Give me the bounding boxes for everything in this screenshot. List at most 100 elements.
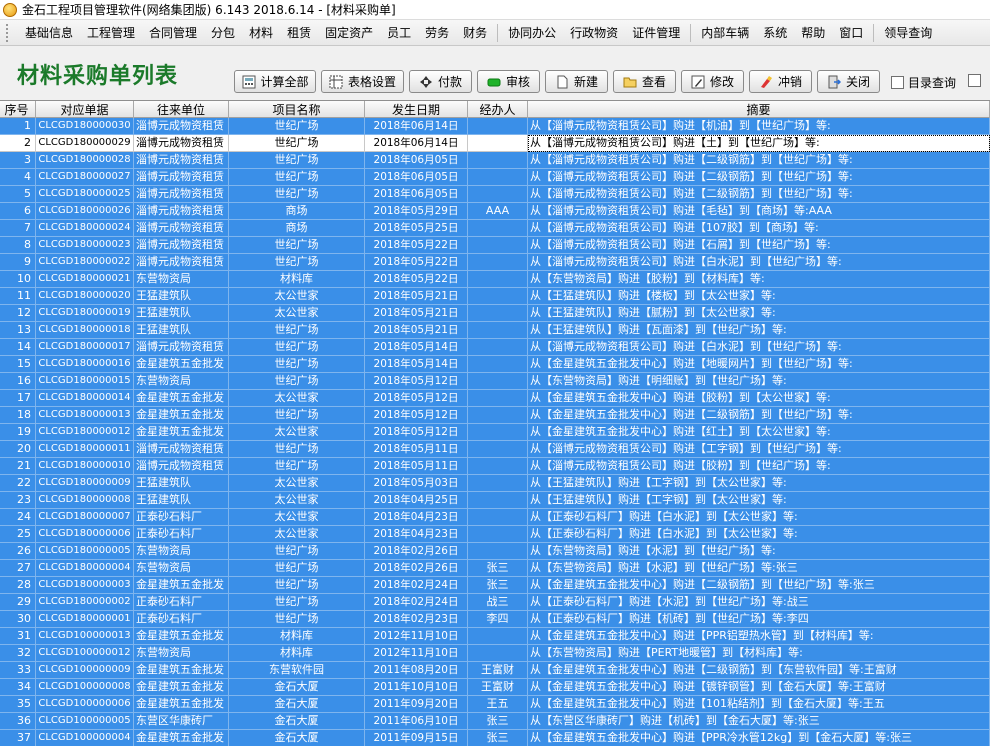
cell-supplier: 淄博元成物资租赁 (134, 186, 229, 203)
view-button[interactable]: 查看 (613, 70, 676, 93)
audit-label: 审核 (505, 75, 530, 89)
cell-row-number: 16 (0, 373, 36, 390)
cell-supplier: 王猛建筑队 (134, 322, 229, 339)
column-header-summary[interactable]: 摘要 (528, 101, 990, 118)
table-row[interactable]: 19 CLCGD180000012 金星建筑五金批发 太公世家 2018年05月12日 从… (0, 424, 990, 441)
cell-date: 2018年05月22日 (365, 237, 468, 254)
table-row[interactable]: 32 CLCGD100000012 东营物资局 材料库 2012年11月10日 从【东营物… (0, 645, 990, 662)
cell-date: 2018年04月23日 (365, 526, 468, 543)
cell-project-name: 金石大厦 (229, 713, 365, 730)
cell-agent (468, 509, 528, 526)
column-header-supplier[interactable]: 往来单位 (134, 101, 229, 118)
menu-item-15[interactable]: 帮助 (794, 22, 832, 44)
table-row[interactable]: 3 CLCGD180000028 淄博元成物资租赁 世纪广场 2018年06月05日 从【… (0, 152, 990, 169)
menu-item-11[interactable]: 行政物资 (563, 22, 625, 44)
cell-date: 2018年02月26日 (365, 560, 468, 577)
table-row[interactable]: 12 CLCGD180000019 王猛建筑队 太公世家 2018年05月21日 从【王猛… (0, 305, 990, 322)
table-row[interactable]: 18 CLCGD180000013 金星建筑五金批发 世纪广场 2018年05月12日 从… (0, 407, 990, 424)
table-row[interactable]: 37 CLCGD100000004 金星建筑五金批发 金石大厦 2011年09月15日张… (0, 730, 990, 746)
pay-button[interactable]: 付款 (409, 70, 472, 93)
menu-item-17[interactable]: 领导查询 (877, 22, 939, 44)
table-row[interactable]: 36 CLCGD100000005 东营区华康砖厂 金石大厦 2011年06月10日 张三… (0, 713, 990, 730)
reverse-label: 冲销 (777, 75, 802, 89)
table-row[interactable]: 28 CLCGD180000003 金星建筑五金批发 世纪广场 2018年02月24日张… (0, 577, 990, 594)
table-row[interactable]: 20 CLCGD180000011 淄博元成物资租赁 世纪广场 2018年05月11日 从… (0, 441, 990, 458)
menu-item-2[interactable]: 合同管理 (142, 22, 204, 44)
cell-row-number: 6 (0, 203, 36, 220)
table-row[interactable]: 13 CLCGD180000018 王猛建筑队 世纪广场 2018年05月21日 从【王猛… (0, 322, 990, 339)
column-header-project-name[interactable]: 项目名称 (229, 101, 365, 118)
cell-row-number: 19 (0, 424, 36, 441)
table-row[interactable]: 15 CLCGD180000016 金星建筑五金批发 世纪广场 2018年05月14日 从… (0, 356, 990, 373)
menu-item-10[interactable]: 协同办公 (501, 22, 563, 44)
table-row[interactable]: 22 CLCGD180000009 王猛建筑队 太公世家 2018年05月03日 从【王猛… (0, 475, 990, 492)
table-row[interactable]: 25 CLCGD180000006 正泰砂石料厂 太公世家 2018年04月23日 从【正… (0, 526, 990, 543)
dir-query-checkbox[interactable]: 目录查询 (891, 74, 956, 91)
menu-item-5[interactable]: 租赁 (280, 22, 318, 44)
table-row[interactable]: 8 CLCGD180000023 淄博元成物资租赁 世纪广场 2018年05月22日 从【… (0, 237, 990, 254)
table-row[interactable]: 14 CLCGD180000017 淄博元成物资租赁 世纪广场 2018年05月14日 从… (0, 339, 990, 356)
menu-item-14[interactable]: 系统 (756, 22, 794, 44)
menu-item-16[interactable]: 窗口 (832, 22, 870, 44)
cell-document-number: CLCGD100000009 (36, 662, 134, 679)
table-row[interactable]: 26 CLCGD180000005 东营物资局 世纪广场 2018年02月26日 从【东营… (0, 543, 990, 560)
table-row[interactable]: 33 CLCGD100000009 金星建筑五金批发 东营软件园 2011年08月20日… (0, 662, 990, 679)
table-row[interactable]: 34 CLCGD100000008 金星建筑五金批发 金石大厦 2011年10月10日王… (0, 679, 990, 696)
app-logo-icon (3, 2, 17, 17)
cell-summary: 从【淄博元成物资租赁公司】购进【二级钢筋】到【世纪广场】等: (528, 186, 990, 203)
menu-item-8[interactable]: 劳务 (418, 22, 456, 44)
table-row[interactable]: 6 CLCGD180000026 淄博元成物资租赁 商场 2018年05月29日 AAA 从… (0, 203, 990, 220)
table-row[interactable]: 29 CLCGD180000002 正泰砂石料厂 世纪广场 2018年02月24日 战三从… (0, 594, 990, 611)
table-row[interactable]: 23 CLCGD180000008 王猛建筑队 太公世家 2018年04月25日 从【王猛… (0, 492, 990, 509)
dir-query-checkbox-box[interactable] (891, 76, 904, 89)
column-header-date[interactable]: 发生日期 (365, 101, 468, 118)
menu-item-3[interactable]: 分包 (204, 22, 242, 44)
table-row[interactable]: 11 CLCGD180000020 王猛建筑队 太公世家 2018年05月21日 从【王猛… (0, 288, 990, 305)
menu-item-13[interactable]: 内部车辆 (694, 22, 756, 44)
cell-agent (468, 254, 528, 271)
table-row[interactable]: 10 CLCGD180000021 东营物资局 材料库 2018年05月22日 从【东营物… (0, 271, 990, 288)
table-row[interactable]: 5 CLCGD180000025 淄博元成物资租赁 世纪广场 2018年06月05日 从【… (0, 186, 990, 203)
table-row[interactable]: 1 CLCGD180000030 淄博元成物资租赁 世纪广场 2018年06月14日 从【… (0, 118, 990, 135)
table-row[interactable]: 17 CLCGD180000014 金星建筑五金批发 太公世家 2018年05月12日 从… (0, 390, 990, 407)
table-row[interactable]: 35 CLCGD100000006 金星建筑五金批发 金石大厦 2011年09月20日王… (0, 696, 990, 713)
new-button[interactable]: 新建 (545, 70, 608, 93)
edit-button[interactable]: 修改 (681, 70, 744, 93)
menu-item-6[interactable]: 固定资产 (318, 22, 380, 44)
table-row[interactable]: 2 CLCGD180000029 淄博元成物资租赁 世纪广场 2018年06月14日 从【… (0, 135, 990, 152)
close-button[interactable]: 关闭 (817, 70, 880, 93)
menu-item-7[interactable]: 员工 (380, 22, 418, 44)
menu-grip-handle[interactable] (6, 23, 12, 42)
menu-item-1[interactable]: 工程管理 (80, 22, 142, 44)
table-row[interactable]: 9 CLCGD180000022 淄博元成物资租赁 世纪广场 2018年05月22日 从【… (0, 254, 990, 271)
column-header-document-number[interactable]: 对应单据 (36, 101, 134, 118)
menu-item-12[interactable]: 证件管理 (625, 22, 687, 44)
column-header-row-number[interactable]: 序号 (0, 101, 36, 118)
cell-summary: 从【金星建筑五金批发中心】购进【二级钢筋】到【世纪广场】等: (528, 407, 990, 424)
cell-agent (468, 186, 528, 203)
calc-all-button[interactable]: 计算全部 (234, 70, 316, 93)
table-row[interactable]: 4 CLCGD180000027 淄博元成物资租赁 世纪广场 2018年06月05日 从【… (0, 169, 990, 186)
table-row[interactable]: 16 CLCGD180000015 东营物资局 世纪广场 2018年05月12日 从【东营… (0, 373, 990, 390)
cell-project-name: 太公世家 (229, 526, 365, 543)
table-row[interactable]: 31 CLCGD100000013 金星建筑五金批发 材料库 2012年11月10日 从【… (0, 628, 990, 645)
reverse-button[interactable]: 冲销 (749, 70, 812, 93)
extra-checkbox[interactable] (968, 74, 985, 87)
column-header-agent[interactable]: 经办人 (468, 101, 528, 118)
menu-item-4[interactable]: 材料 (242, 22, 280, 44)
menu-item-9[interactable]: 财务 (456, 22, 494, 44)
table-row[interactable]: 21 CLCGD180000010 淄博元成物资租赁 世纪广场 2018年05月11日 从… (0, 458, 990, 475)
cell-document-number: CLCGD180000015 (36, 373, 134, 390)
table-row[interactable]: 30 CLCGD180000001 正泰砂石料厂 世纪广场 2018年02月23日 李四从… (0, 611, 990, 628)
table-row[interactable]: 27 CLCGD180000004 东营物资局 世纪广场 2018年02月26日 张三 从【… (0, 560, 990, 577)
cell-project-name: 太公世家 (229, 475, 365, 492)
menu-item-0[interactable]: 基础信息 (18, 22, 80, 44)
cell-date: 2018年04月23日 (365, 509, 468, 526)
new-document-icon (555, 74, 570, 89)
audit-button[interactable]: 审核 (477, 70, 540, 93)
extra-checkbox-box[interactable] (968, 74, 981, 87)
table-settings-button[interactable]: 表格设置 (321, 70, 404, 93)
table-row[interactable]: 7 CLCGD180000024 淄博元成物资租赁 商场 2018年05月25日 从【淄博… (0, 220, 990, 237)
table-row[interactable]: 24 CLCGD180000007 正泰砂石料厂 太公世家 2018年04月23日 从【正… (0, 509, 990, 526)
cell-document-number: CLCGD180000021 (36, 271, 134, 288)
